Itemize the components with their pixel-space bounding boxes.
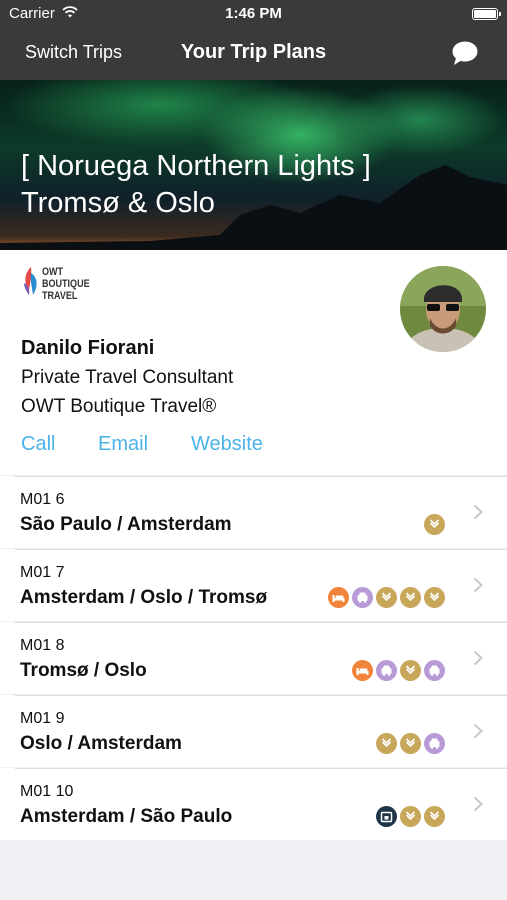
hotel-icon <box>328 587 349 608</box>
flight-icon <box>400 733 421 754</box>
chevron-right-icon <box>473 504 483 520</box>
segment-icons <box>352 660 445 681</box>
website-link[interactable]: Website <box>191 433 263 456</box>
clock: 1:46 PM <box>225 5 282 22</box>
flight-icon <box>376 587 397 608</box>
trip-title: [ Noruega Northern Lights ] <box>21 150 371 182</box>
car-icon <box>376 660 397 681</box>
owt-logo: OWT BOUTIQUE TRAVEL <box>21 265 101 315</box>
flight-icon <box>424 587 445 608</box>
avatar <box>400 266 486 352</box>
agent-company: OWT Boutique Travel® <box>21 396 217 417</box>
segment-route: Amsterdam / Oslo / Tromsø <box>20 587 268 608</box>
car-icon <box>424 733 445 754</box>
switch-trips-button[interactable]: Switch Trips <box>25 42 122 63</box>
flight-icon <box>400 660 421 681</box>
battery-icon <box>472 8 501 20</box>
status-bar: Carrier 1:46 PM <box>0 0 507 28</box>
segment-row[interactable]: M01 9 Oslo / Amsterdam <box>0 695 507 767</box>
chat-bubble-icon[interactable] <box>451 39 479 67</box>
segment-row[interactable]: M01 7 Amsterdam / Oslo / Tromsø <box>0 549 507 621</box>
flight-icon <box>400 587 421 608</box>
empty-area <box>0 842 507 900</box>
email-link[interactable]: Email <box>98 433 148 456</box>
segment-route: Oslo / Amsterdam <box>20 733 182 754</box>
navigation-bar: Switch Trips Your Trip Plans <box>0 28 507 80</box>
segment-route: Tromsø / Oslo <box>20 660 147 681</box>
owt-logo-text: OWT BOUTIQUE TRAVEL <box>42 266 90 302</box>
chevron-right-icon <box>473 577 483 593</box>
segment-row[interactable]: M01 8 Tromsø / Oslo <box>0 622 507 694</box>
car-icon <box>424 660 445 681</box>
segment-code: M01 6 <box>20 491 65 508</box>
segment-icons <box>376 806 445 827</box>
segment-code: M01 10 <box>20 783 74 800</box>
segment-icons <box>424 514 445 535</box>
segment-code: M01 9 <box>20 710 65 727</box>
chevron-right-icon <box>473 723 483 739</box>
segment-row[interactable]: M01 10 Amsterdam / São Paulo <box>0 768 507 840</box>
flight-icon <box>424 806 445 827</box>
trip-banner: [ Noruega Northern Lights ] Tromsø & Osl… <box>0 80 507 250</box>
agent-name: Danilo Fiorani <box>21 337 155 359</box>
segment-row[interactable]: M01 6 São Paulo / Amsterdam <box>0 476 507 548</box>
segment-code: M01 7 <box>20 564 65 581</box>
call-link[interactable]: Call <box>21 433 55 456</box>
owt-logo-mark <box>24 267 37 295</box>
event-icon <box>376 806 397 827</box>
agent-role: Private Travel Consultant <box>21 367 234 388</box>
segment-code: M01 8 <box>20 637 65 654</box>
trip-destinations: Tromsø & Oslo <box>21 187 215 219</box>
segment-icons <box>328 587 445 608</box>
flight-icon <box>424 514 445 535</box>
segment-icons <box>376 733 445 754</box>
hotel-icon <box>352 660 373 681</box>
flight-icon <box>400 806 421 827</box>
chevron-right-icon <box>473 796 483 812</box>
agent-card: OWT BOUTIQUE TRAVEL Danilo Fiorani Priva… <box>0 250 507 475</box>
chevron-right-icon <box>473 650 483 666</box>
flight-icon <box>376 733 397 754</box>
segment-route: Amsterdam / São Paulo <box>20 806 233 827</box>
car-icon <box>352 587 373 608</box>
segment-route: São Paulo / Amsterdam <box>20 514 232 535</box>
